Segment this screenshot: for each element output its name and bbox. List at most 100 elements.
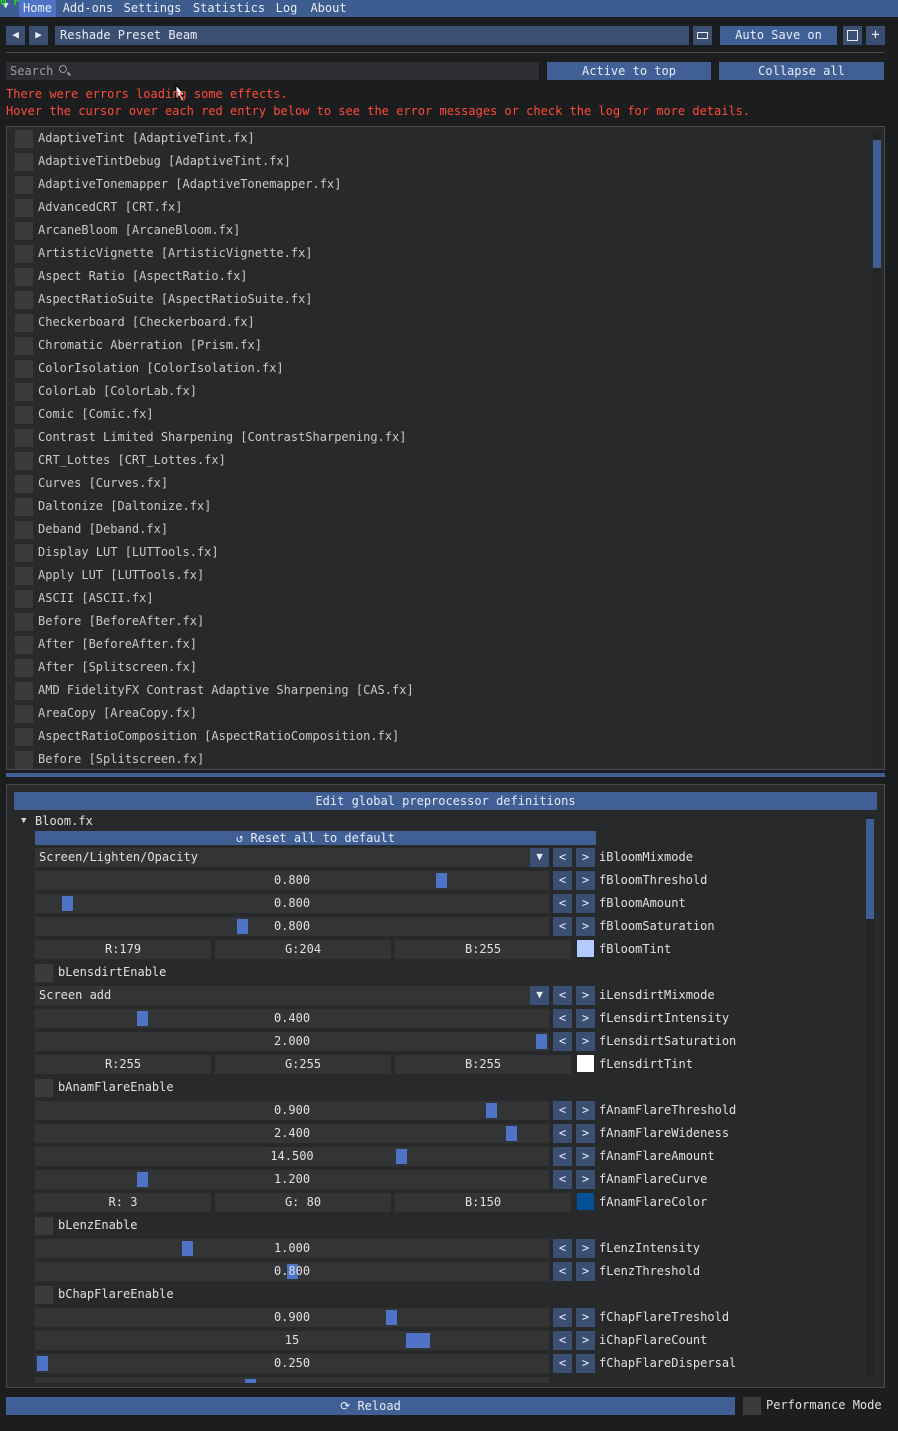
color-channel-field[interactable]: R: 3 [35,1193,211,1212]
decrease-button[interactable]: < [553,1032,572,1051]
param-slider[interactable]: 0.900 [35,1308,549,1327]
param-slider[interactable]: 0.400 [35,1009,549,1028]
collapse-all-button[interactable]: Collapse all [719,62,884,80]
panel-splitter[interactable] [6,773,885,777]
menu-tab[interactable]: Settings [121,0,184,17]
menu-tab[interactable]: Home [19,0,56,17]
increase-button[interactable]: > [576,1239,595,1258]
effect-checkbox[interactable] [15,544,33,562]
effect-row[interactable]: AMD FidelityFX Contrast Adaptive Sharpen… [13,680,853,702]
param-combo[interactable]: Screen/Lighten/Opacity ▼ [35,848,549,867]
effect-row[interactable]: AreaCopy [AreaCopy.fx] [13,703,853,725]
effect-checkbox[interactable] [15,521,33,539]
effect-checkbox[interactable] [15,751,33,769]
effect-checkbox[interactable] [15,176,33,194]
decrease-button[interactable]: < [553,848,572,867]
effect-row[interactable]: AspectRatioComposition [AspectRatioCompo… [13,726,853,748]
effect-row[interactable]: ArcaneBloom [ArcaneBloom.fx] [13,220,853,242]
decrease-button[interactable]: < [553,917,572,936]
add-preset-button[interactable]: + [866,26,885,45]
decrease-button[interactable]: < [553,986,572,1005]
effect-list-scrollbar-thumb[interactable] [873,140,881,268]
effect-row[interactable]: After [BeforeAfter.fx] [13,634,853,656]
decrease-button[interactable]: < [553,1262,572,1281]
effect-checkbox[interactable] [15,268,33,286]
color-swatch[interactable] [577,1193,594,1210]
effect-row[interactable]: AdvancedCRT [CRT.fx] [13,197,853,219]
color-channel-field[interactable]: G: 80 [215,1193,391,1212]
param-checkbox[interactable] [35,1286,53,1304]
color-channel-field[interactable]: R:255 [35,1055,211,1074]
autosave-toggle[interactable]: Auto Save on [720,26,837,45]
param-slider[interactable]: 2.400 [35,1124,549,1143]
effect-row[interactable]: ColorIsolation [ColorIsolation.fx] [13,358,853,380]
decrease-button[interactable]: < [553,1308,572,1327]
effect-row[interactable]: Display LUT [LUTTools.fx] [13,542,853,564]
performance-mode-checkbox[interactable] [743,1397,761,1415]
preset-name-field[interactable]: Reshade Preset Beam [55,26,689,45]
param-slider[interactable]: 2.000 [35,1032,549,1051]
effect-row[interactable]: Comic [Comic.fx] [13,404,853,426]
increase-button[interactable]: > [576,1101,595,1120]
increase-button[interactable]: > [576,1032,595,1051]
color-swatch[interactable] [577,940,594,957]
increase-button[interactable]: > [576,1331,595,1350]
color-channel-field[interactable]: B:150 [395,1193,571,1212]
effect-checkbox[interactable] [15,590,33,608]
effect-checkbox[interactable] [15,659,33,677]
decrease-button[interactable]: < [553,871,572,890]
param-slider[interactable]: 0.250 [35,1354,549,1373]
browse-preset-button[interactable] [693,26,712,45]
effect-row[interactable]: Before [BeforeAfter.fx] [13,611,853,633]
effect-row[interactable]: ASCII [ASCII.fx] [13,588,853,610]
menu-tab[interactable]: Add-ons [60,0,116,17]
effect-checkbox[interactable] [15,728,33,746]
effect-checkbox[interactable] [15,498,33,516]
effect-row[interactable]: Checkerboard [Checkerboard.fx] [13,312,853,334]
decrease-button[interactable]: < [553,1331,572,1350]
effect-checkbox[interactable] [15,360,33,378]
increase-button[interactable]: > [576,894,595,913]
increase-button[interactable]: > [576,871,595,890]
effect-checkbox[interactable] [15,406,33,424]
increase-button[interactable]: > [576,1009,595,1028]
color-channel-field[interactable]: B:255 [395,1055,571,1074]
effect-row[interactable]: Curves [Curves.fx] [13,473,853,495]
increase-button[interactable]: > [576,1354,595,1373]
increase-button[interactable]: > [576,1147,595,1166]
param-slider[interactable]: 15 [35,1331,549,1350]
search-input[interactable]: Search [6,62,539,80]
next-preset-button[interactable]: ▶ [29,26,48,45]
effect-checkbox[interactable] [15,475,33,493]
chevron-down-icon[interactable]: ▼ [530,986,549,1005]
color-channel-field[interactable]: G:255 [215,1055,391,1074]
chevron-down-icon[interactable]: ▼ [530,848,549,867]
save-preset-button[interactable] [843,26,862,45]
section-collapse-icon[interactable]: ▼ [21,816,26,826]
effect-checkbox[interactable] [15,337,33,355]
prev-preset-button[interactable]: ◀ [6,26,25,45]
param-slider[interactable] [35,1377,549,1383]
effect-row[interactable]: Contrast Limited Sharpening [ContrastSha… [13,427,853,449]
parameter-scrollbar[interactable] [866,817,874,1377]
increase-button[interactable]: > [576,986,595,1005]
parameter-scrollbar-thumb[interactable] [866,819,874,919]
increase-button[interactable]: > [576,848,595,867]
active-to-top-button[interactable]: Active to top [547,62,711,80]
increase-button[interactable]: > [576,1124,595,1143]
effect-row[interactable]: Aspect Ratio [AspectRatio.fx] [13,266,853,288]
effect-row[interactable]: Before [Splitscreen.fx] [13,749,853,769]
increase-button[interactable]: > [576,1262,595,1281]
effect-row[interactable]: Apply LUT [LUTTools.fx] [13,565,853,587]
increase-button[interactable]: > [576,917,595,936]
effect-row[interactable]: AspectRatioSuite [AspectRatioSuite.fx] [13,289,853,311]
effect-row[interactable]: AdaptiveTintDebug [AdaptiveTint.fx] [13,151,853,173]
decrease-button[interactable]: < [553,1354,572,1373]
effect-checkbox[interactable] [15,199,33,217]
effect-checkbox[interactable] [15,130,33,148]
decrease-button[interactable]: < [553,1239,572,1258]
color-channel-field[interactable]: R:179 [35,940,211,959]
decrease-button[interactable]: < [553,1124,572,1143]
increase-button[interactable]: > [576,1170,595,1189]
effect-checkbox[interactable] [15,153,33,171]
